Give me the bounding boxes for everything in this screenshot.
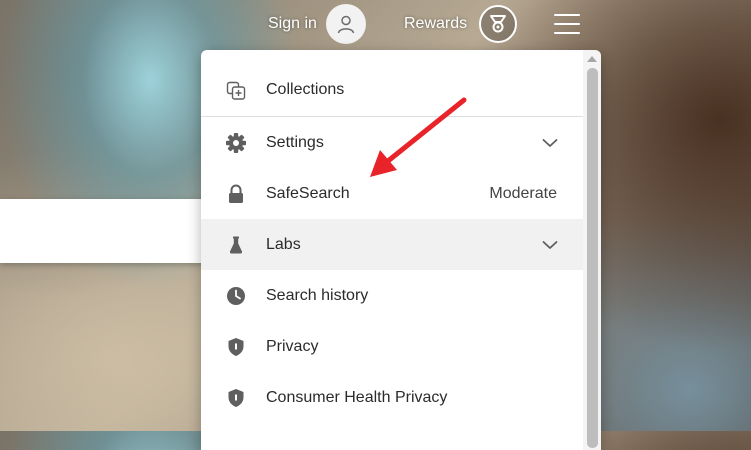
menu-item-safesearch[interactable]: SafeSearch Moderate [201,168,583,219]
top-header: Sign in Rewards [0,0,751,48]
clock-icon [225,285,247,307]
menu-item-label: Search history [266,286,369,304]
menu-item-collections[interactable]: Collections [201,64,583,117]
hamburger-menu-icon[interactable] [554,12,582,36]
menu-item-label: Labs [266,235,301,253]
shield-icon [225,336,247,358]
menu-item-label: Consumer Health Privacy [266,388,448,406]
medal-icon[interactable] [479,5,518,43]
collections-icon [225,79,247,101]
hamburger-line [554,14,580,16]
chevron-down-icon[interactable] [541,236,559,254]
scroll-up-arrow-icon[interactable] [587,56,597,62]
menu-item-label: SafeSearch [266,184,350,202]
sign-in-button[interactable]: Sign in [268,4,366,44]
menu-item-label: Collections [266,81,345,98]
hamburger-line [554,32,580,34]
person-icon[interactable] [325,4,366,44]
menu-item-settings[interactable]: Settings [201,117,583,168]
menu-list: Collections Settings SafeSearch Moderate… [201,64,583,423]
menu-item-privacy[interactable]: Privacy [201,321,583,372]
hamburger-line [554,23,580,25]
menu-scrollbar[interactable] [583,50,601,450]
rewards-label: Rewards [404,15,468,32]
flask-icon [225,234,247,256]
menu-item-label: Privacy [266,337,319,355]
lock-icon [225,183,247,205]
shield-icon [225,387,247,409]
rewards-button[interactable]: Rewards [404,4,518,44]
scroll-thumb[interactable] [587,68,598,448]
safesearch-value: Moderate [489,184,557,202]
menu-item-labs[interactable]: Labs [201,219,583,270]
chevron-down-icon[interactable] [541,134,559,152]
search-box[interactable] [0,199,210,263]
menu-item-consumer-health-privacy[interactable]: Consumer Health Privacy [201,372,583,423]
sign-in-label: Sign in [268,15,317,32]
menu-item-search-history[interactable]: Search history [201,270,583,321]
gear-icon [225,132,247,154]
menu-item-label: Settings [266,133,324,151]
settings-dropdown-menu: Collections Settings SafeSearch Moderate… [201,50,601,450]
